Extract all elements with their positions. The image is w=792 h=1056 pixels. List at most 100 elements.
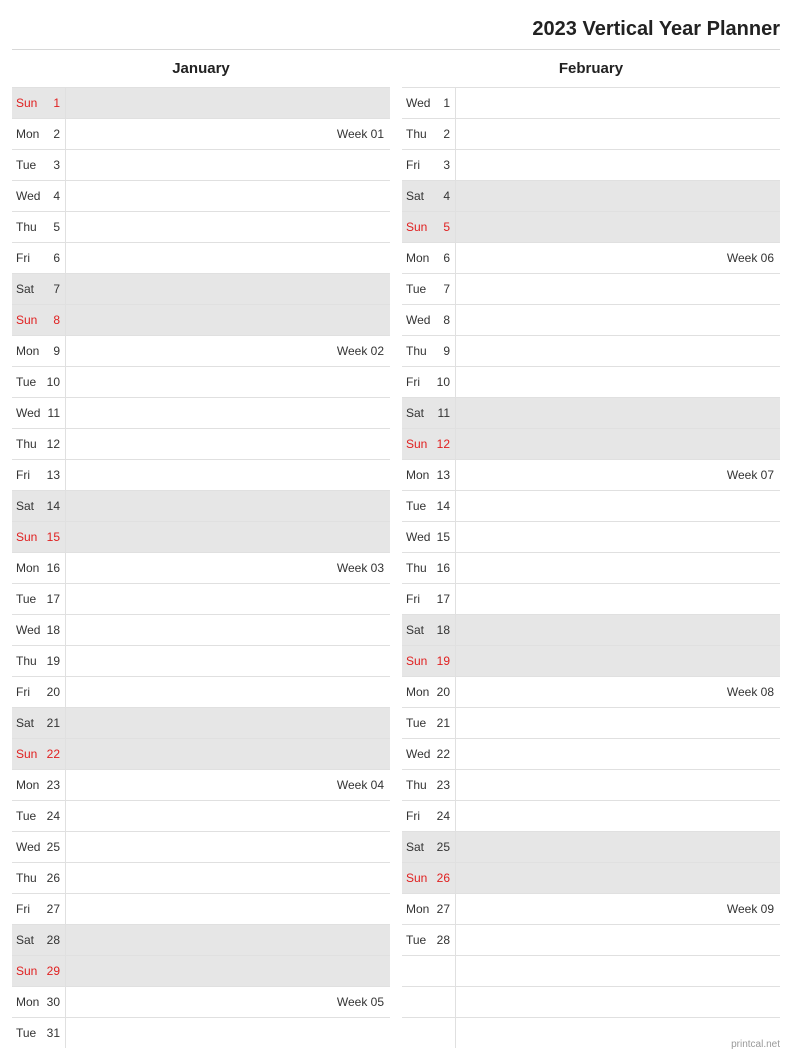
day-of-week: Fri [402,375,432,389]
day-of-week: Sun [402,437,432,451]
day-of-week: Wed [12,189,42,203]
day-cell: Tue31 [12,1018,66,1048]
note-cell [66,708,390,738]
day-cell: Thu9 [402,336,456,366]
day-cell: Tue21 [402,708,456,738]
day-number: 27 [42,902,66,916]
day-of-week: Tue [402,933,432,947]
note-cell [66,801,390,831]
day-of-week: Sun [12,747,42,761]
day-row: Thu2 [402,118,780,149]
day-number: 25 [432,840,456,854]
day-number: 2 [432,127,456,141]
day-of-week: Tue [12,158,42,172]
day-of-week: Mon [402,468,432,482]
day-row: Sun26 [402,862,780,893]
day-row: Fri17 [402,583,780,614]
day-of-week: Tue [402,716,432,730]
day-cell: Mon9 [12,336,66,366]
day-number: 28 [42,933,66,947]
day-number: 3 [432,158,456,172]
day-number: 8 [42,313,66,327]
note-cell [66,1018,390,1048]
note-cell: Week 03 [66,553,390,583]
day-of-week: Tue [402,282,432,296]
day-of-week: Mon [12,344,42,358]
day-number: 22 [432,747,456,761]
note-cell [456,429,780,459]
day-cell: Wed18 [12,615,66,645]
note-cell [66,274,390,304]
note-cell: Week 01 [66,119,390,149]
note-cell [456,801,780,831]
note-cell [456,181,780,211]
day-number: 16 [42,561,66,575]
day-cell: Thu5 [12,212,66,242]
day-of-week: Mon [12,778,42,792]
day-cell: Mon13 [402,460,456,490]
day-of-week: Sat [12,499,42,513]
day-of-week: Fri [12,251,42,265]
note-cell [66,522,390,552]
day-row: Sat18 [402,614,780,645]
day-of-week: Sun [12,313,42,327]
day-cell: Wed15 [402,522,456,552]
filler-row [402,955,780,986]
day-of-week: Sat [402,406,432,420]
day-cell: Mon20 [402,677,456,707]
day-row: Tue3 [12,149,390,180]
note-cell [66,398,390,428]
note-cell [456,305,780,335]
day-number: 4 [432,189,456,203]
day-of-week: Mon [12,127,42,141]
note-cell: Week 07 [456,460,780,490]
day-row: Wed1 [402,87,780,118]
day-of-week: Thu [402,344,432,358]
day-cell: Tue14 [402,491,456,521]
day-row: Tue24 [12,800,390,831]
day-of-week: Thu [12,220,42,234]
day-number: 14 [432,499,456,513]
day-row: Fri10 [402,366,780,397]
month-title: January [12,50,390,87]
day-row: Fri6 [12,242,390,273]
day-row: Mon30Week 05 [12,986,390,1017]
day-cell: Wed8 [402,305,456,335]
day-of-week: Mon [12,561,42,575]
day-number: 6 [432,251,456,265]
day-of-week: Wed [402,313,432,327]
day-cell: Tue17 [12,584,66,614]
note-cell [456,832,780,862]
month-column: FebruaryWed1Thu2Fri3Sat4Sun5Mon6Week 06T… [402,50,780,1048]
note-cell [456,739,780,769]
day-cell: Tue28 [402,925,456,955]
note-cell [66,367,390,397]
day-number: 22 [42,747,66,761]
day-number: 7 [432,282,456,296]
day-number: 19 [42,654,66,668]
day-of-week: Sun [402,871,432,885]
day-row: Sat11 [402,397,780,428]
day-number: 1 [432,96,456,110]
day-row: Tue21 [402,707,780,738]
day-cell: Mon2 [12,119,66,149]
filler-row [402,986,780,1017]
day-row: Mon6Week 06 [402,242,780,273]
day-number: 17 [42,592,66,606]
day-cell: Tue7 [402,274,456,304]
day-row: Tue31 [12,1017,390,1048]
day-row: Thu19 [12,645,390,676]
day-row: Wed22 [402,738,780,769]
day-number: 10 [42,375,66,389]
day-row: Thu12 [12,428,390,459]
day-row: Sat28 [12,924,390,955]
day-number: 21 [432,716,456,730]
day-cell: Sun12 [402,429,456,459]
note-cell [66,956,390,986]
day-number: 4 [42,189,66,203]
day-cell: Sat18 [402,615,456,645]
day-number: 15 [432,530,456,544]
day-cell: Wed1 [402,88,456,118]
day-number: 27 [432,902,456,916]
day-cell [402,1018,456,1048]
